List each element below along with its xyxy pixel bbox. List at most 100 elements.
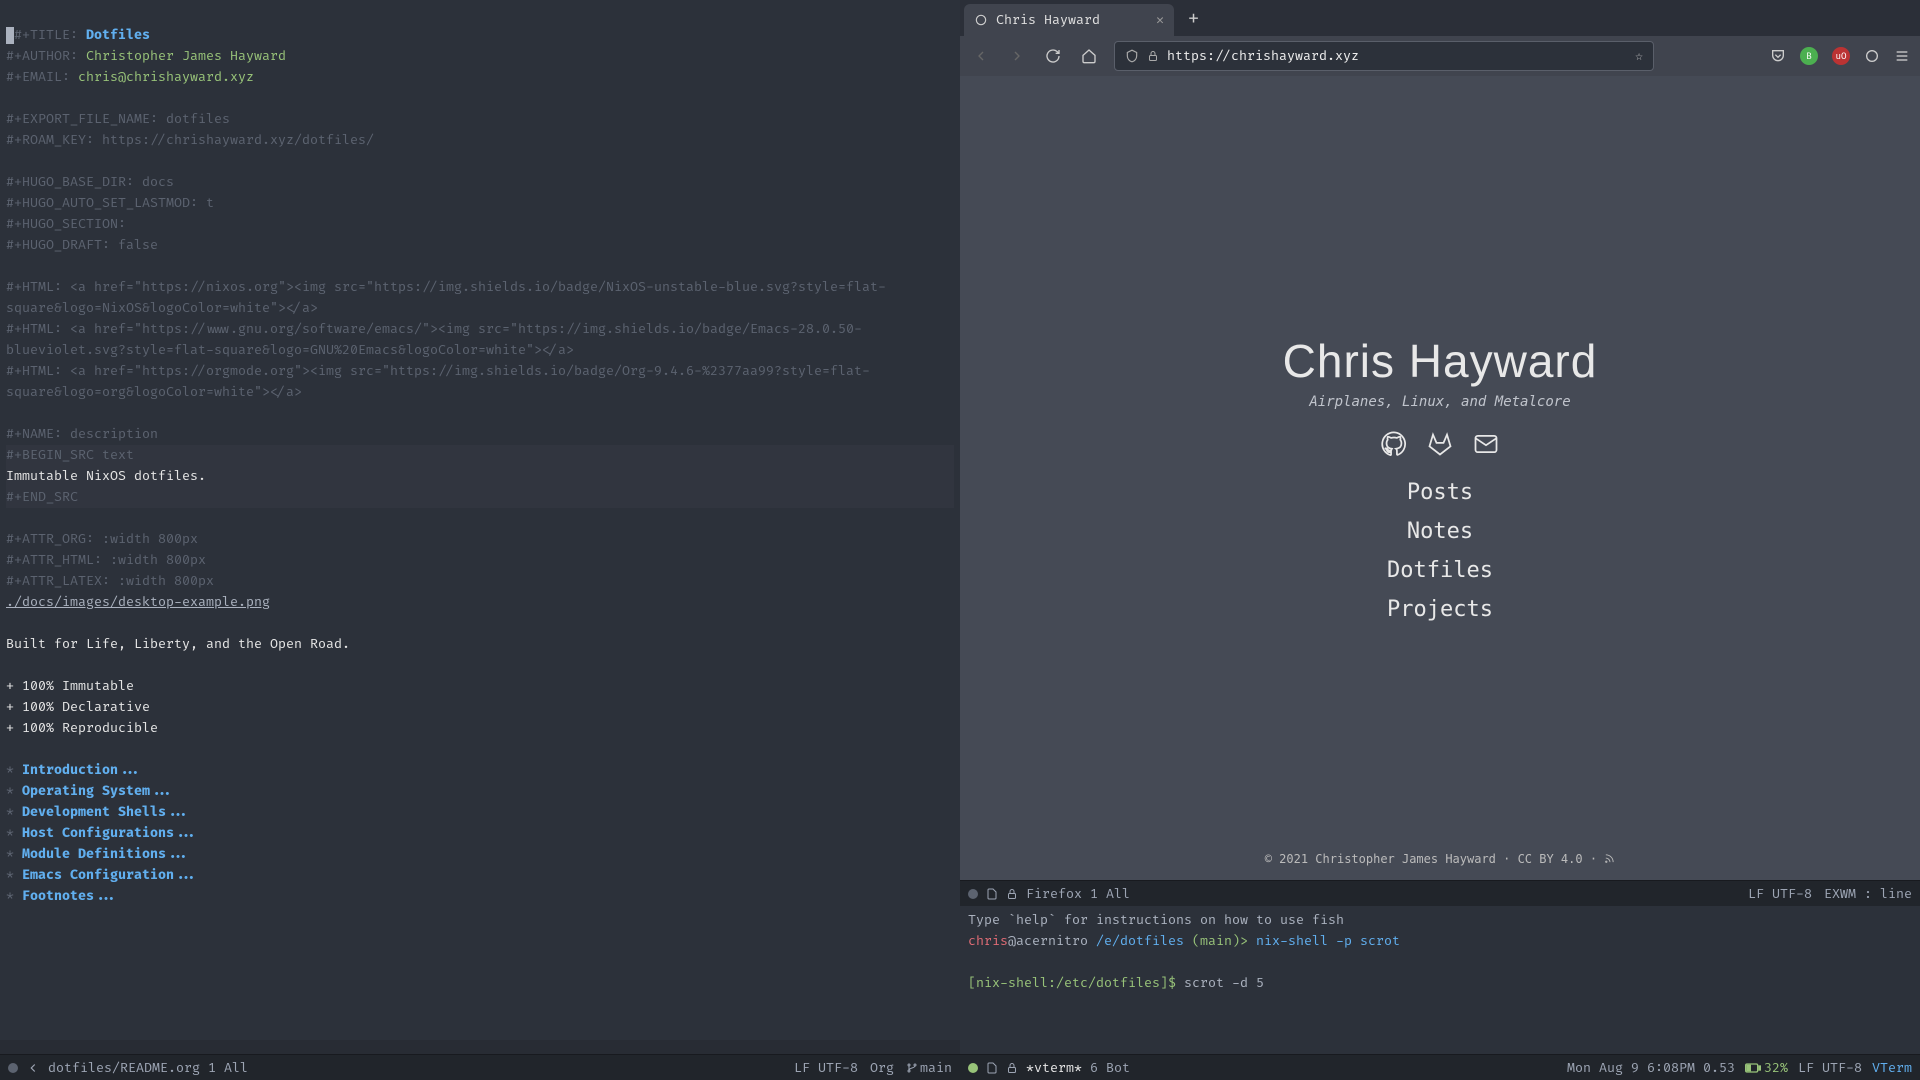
tab-bar: Chris Hayward ✕ + [960,0,1920,36]
hamburger-menu-icon[interactable] [1894,48,1910,64]
heading-hosts[interactable]: Host Configurations... [22,825,198,841]
heading-star: * [6,825,22,841]
term-path: /e/dotfiles [1096,933,1184,949]
modified-indicator-icon [8,1063,18,1073]
back-button[interactable] [970,45,992,67]
major-mode: VTerm [1872,1060,1912,1076]
gitlab-link[interactable] [1426,430,1454,458]
heading-introduction[interactable]: Introduction... [22,762,142,778]
forward-button[interactable] [1006,45,1028,67]
attr-latex: #+ATTR_LATEX: :width 800px [6,573,214,589]
lock-icon [1006,1062,1018,1074]
social-links [1380,430,1500,458]
nav-projects[interactable]: Projects [1387,597,1493,622]
github-link[interactable] [1380,430,1408,458]
battery-indicator: 32% [1745,1060,1788,1076]
nav-left-icon[interactable] [26,1061,40,1075]
bullet-declarative: + 100% Declarative [6,699,150,715]
modified-indicator-icon [968,1063,978,1073]
begin-src: #+BEGIN_SRC text [6,445,954,466]
email-value: chris@chrishayward.xyz [78,69,254,85]
url-bar[interactable]: https://chrishayward.xyz ☆ [1114,41,1654,71]
file-icon [986,888,998,900]
term-command-1: nix-shell -p scrot [1256,933,1400,949]
nav-notes[interactable]: Notes [1407,519,1473,544]
term-prompt-2: [nix-shell:/etc/dotfiles]$ [968,975,1176,991]
nav-dotfiles[interactable]: Dotfiles [1387,558,1493,583]
emacs-left-pane: #+TITLE: Dotfiles #+AUTHOR: Christopher … [0,0,960,1080]
datetime: Mon Aug 9 6:08PM 0.53 [1567,1060,1735,1076]
footer-text: © 2021 Christopher James Hayward · CC BY… [1265,852,1605,866]
toolbar-extensions: B uO [1770,47,1910,65]
roam-directive: #+ROAM_KEY: https://chrishayward.xyz/dot… [6,132,374,148]
home-button[interactable] [1078,45,1100,67]
heading-os[interactable]: Operating System... [22,783,174,799]
page-title: Chris Hayward [1283,334,1598,388]
heading-star: * [6,762,22,778]
export-directive: #+EXPORT_FILE_NAME: dotfiles [6,111,230,127]
lock-icon [1006,888,1018,900]
hugo-draft: #+HUGO_DRAFT: false [6,237,158,253]
term-host: @acernitro [1008,933,1088,949]
major-mode: Org [870,1060,894,1076]
favicon-icon [974,13,988,27]
page-footer: © 2021 Christopher James Hayward · CC BY… [960,852,1920,866]
right-pane: Chris Hayward ✕ + https://chrishayward.x… [960,0,1920,1080]
new-tab-button[interactable]: + [1174,7,1213,30]
bookmark-star-icon[interactable]: ☆ [1635,48,1643,64]
org-editor-buffer[interactable]: #+TITLE: Dotfiles #+AUTHOR: Christopher … [0,0,960,1040]
buffer-percent: Bot [1106,1060,1130,1076]
heading-shells[interactable]: Development Shells... [22,804,190,820]
cursor [6,27,14,44]
name-directive: #+NAME: description [6,426,158,442]
heading-star: * [6,804,22,820]
html-badge-2: #+HTML: <a href="https://www.gnu.org/sof… [6,321,862,358]
email-link[interactable] [1472,430,1500,458]
webpage-content: Chris Hayward Airplanes, Linux, and Meta… [960,76,1920,880]
buffer-name: dotfiles/README.org [48,1060,200,1076]
url-text: https://chrishayward.xyz [1167,48,1627,64]
image-link[interactable]: ./docs/images/desktop-example.png [6,594,270,610]
heading-emacs[interactable]: Emacs Configuration... [22,867,198,883]
hugo-section: #+HUGO_SECTION: [6,216,126,232]
heading-footnotes[interactable]: Footnotes... [22,888,118,904]
tab-title: Chris Hayward [996,12,1100,28]
lock-icon [1147,50,1159,62]
heading-star: * [6,867,22,883]
git-branch-icon: main [906,1060,952,1076]
rss-icon[interactable] [1604,852,1615,866]
term-command-2: scrot -d 5 [1184,975,1264,991]
bullet-reproducible: + 100% Reproducible [6,720,158,736]
extension-ublock-icon[interactable]: uO [1832,47,1850,65]
firefox-modeline: Firefox 1 All LF UTF-8 EXWM : line [960,880,1920,906]
firefox-window: Chris Hayward ✕ + https://chrishayward.x… [960,0,1920,880]
buffer-percent: All [224,1060,248,1076]
title-keyword: #+TITLE: [14,27,78,43]
line-number: 1 [208,1060,216,1076]
reload-button[interactable] [1042,45,1064,67]
vterm-buffer[interactable]: Type `help` for instructions on how to u… [960,906,1920,1054]
title-value: Dotfiles [86,27,150,43]
vterm-modeline: *vterm* 6 Bot Mon Aug 9 6:08PM 0.53 32% … [960,1054,1920,1080]
end-src: #+END_SRC [6,487,954,508]
hugo-basedir: #+HUGO_BASE_DIR: docs [6,174,174,190]
heading-star: * [6,846,22,862]
pocket-icon[interactable] [1770,48,1786,64]
buffer-name: Firefox [1026,886,1082,902]
battery-percent: 32% [1764,1060,1788,1076]
term-branch: (main)> [1192,933,1248,949]
heading-modules[interactable]: Module Definitions... [22,846,190,862]
buffer-name: *vterm* [1026,1060,1082,1076]
src-body: Immutable NixOS dotfiles. [6,466,954,487]
browser-tab[interactable]: Chris Hayward ✕ [964,4,1174,36]
buffer-percent: All [1106,886,1130,902]
heading-star: * [6,888,22,904]
line-number: 1 [1090,886,1098,902]
html-badge-1: #+HTML: <a href="https://nixos.org"><img… [6,279,886,316]
tab-close-button[interactable]: ✕ [1156,12,1164,28]
extension-bitwarden-icon[interactable]: B [1800,47,1818,65]
hugo-lastmod: #+HUGO_AUTO_SET_LASTMOD: t [6,195,214,211]
extension-generic-icon[interactable] [1864,48,1880,64]
encoding-label: LF UTF-8 [1748,886,1812,902]
nav-posts[interactable]: Posts [1407,480,1473,505]
